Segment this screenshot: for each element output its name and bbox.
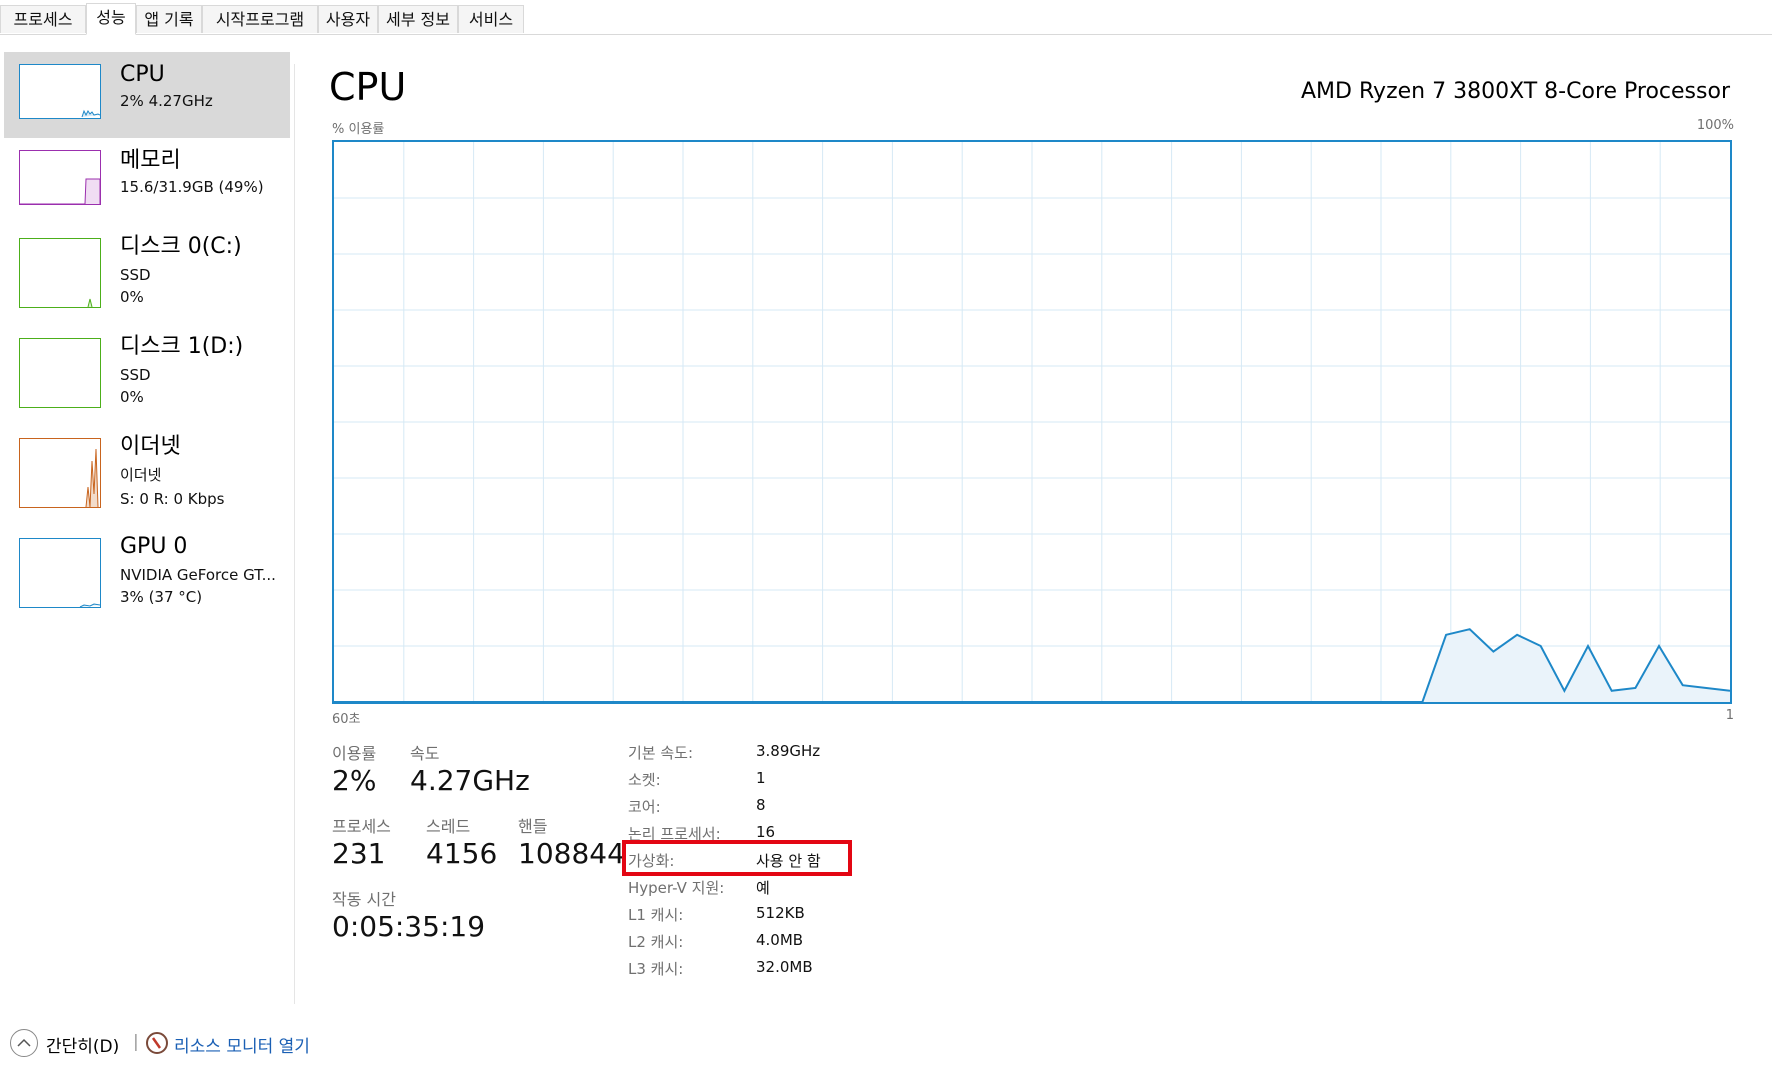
- cores-value: 8: [756, 796, 766, 814]
- graph-x-right: 1: [1725, 708, 1734, 723]
- sidebar-divider: [294, 64, 295, 1004]
- sidebar-item-ethernet[interactable]: 이더넷 이더넷 S: 0 R: 0 Kbps: [4, 424, 290, 510]
- fewer-details-label[interactable]: 간단히(D): [46, 1032, 119, 1057]
- processes-label: 프로세스: [332, 817, 391, 836]
- cpu-usage-graph: [332, 140, 1732, 704]
- hyperv-value: 예: [756, 879, 770, 897]
- sockets-label: 소켓:: [628, 771, 661, 789]
- sidebar-item-disk-1[interactable]: 디스크 1(D:) SSD 0%: [4, 324, 290, 410]
- cores-label: 코어:: [628, 798, 661, 816]
- speed-value: 4.27GHz: [410, 764, 530, 797]
- page-title: CPU: [329, 65, 407, 109]
- sidebar-item-type: SSD: [120, 266, 151, 284]
- sidebar-item-title: 디스크 1(D:): [120, 334, 244, 359]
- sidebar-item-title: 메모리: [120, 148, 181, 173]
- tab-users[interactable]: 사용자: [318, 5, 378, 33]
- threads-value: 4156: [426, 837, 498, 870]
- tab-strip: 프로세스 성능 앱 기록 시작프로그램 사용자 세부 정보 서비스: [0, 0, 1772, 35]
- disk1-thumbnail-graph: [19, 338, 101, 408]
- hyperv-label: Hyper-V 지원:: [628, 879, 725, 897]
- sidebar-item-detail: 0%: [120, 288, 144, 306]
- sidebar-item-detail: 2% 4.27GHz: [120, 92, 213, 110]
- resource-monitor-icon: [145, 1031, 169, 1055]
- handles-label: 핸들: [518, 817, 548, 836]
- virtualization-highlight-box: [622, 840, 852, 876]
- cpu-usage-chart: [334, 142, 1731, 703]
- l3-cache-label: L3 캐시:: [628, 960, 684, 978]
- sidebar-item-disk-0[interactable]: 디스크 0(C:) SSD 0%: [4, 224, 290, 310]
- handles-value: 108844: [518, 837, 625, 870]
- sidebar-item-title: GPU 0: [120, 534, 188, 559]
- processes-value: 231: [332, 837, 386, 870]
- logical-processors-value: 16: [756, 823, 776, 841]
- tab-details[interactable]: 세부 정보: [378, 5, 458, 33]
- sidebar-item-memory[interactable]: 메모리 15.6/31.9GB (49%): [4, 138, 290, 224]
- graph-x-left: 60초: [332, 712, 361, 727]
- uptime-value: 0:05:35:19: [332, 910, 486, 943]
- sockets-value: 1: [756, 769, 766, 787]
- l1-cache-label: L1 캐시:: [628, 906, 684, 924]
- fewer-details-button[interactable]: [10, 1029, 38, 1057]
- disk0-thumbnail-graph: [19, 238, 101, 308]
- tab-services[interactable]: 서비스: [458, 5, 524, 33]
- l1-cache-value: 512KB: [756, 904, 805, 922]
- open-resource-monitor-link[interactable]: 리소스 모니터 열기: [174, 1032, 310, 1057]
- footer-separator: |: [133, 1032, 139, 1052]
- l3-cache-value: 32.0MB: [756, 958, 813, 976]
- usage-label: 이용률: [332, 744, 377, 763]
- processor-name: AMD Ryzen 7 3800XT 8-Core Processor: [1301, 79, 1730, 104]
- sidebar-item-gpu-0[interactable]: GPU 0 NVIDIA GeForce GT... 3% (37 °C): [4, 524, 290, 610]
- l2-cache-value: 4.0MB: [756, 931, 804, 949]
- sidebar-item-detail: S: 0 R: 0 Kbps: [120, 490, 225, 508]
- tab-app-history[interactable]: 앱 기록: [136, 5, 202, 33]
- l2-cache-label: L2 캐시:: [628, 933, 684, 951]
- tab-performance[interactable]: 성능: [86, 3, 136, 35]
- sidebar-item-detail: 3% (37 °C): [120, 588, 203, 606]
- threads-label: 스레드: [426, 817, 471, 836]
- memory-thumbnail-graph: [19, 150, 101, 205]
- ethernet-thumbnail-graph: [19, 438, 101, 508]
- sidebar-item-detail: 15.6/31.9GB (49%): [120, 178, 264, 196]
- graph-y-label: % 이용률: [332, 122, 385, 137]
- graph-y-max: 100%: [1696, 118, 1734, 133]
- graph-grid: [334, 142, 1730, 702]
- sidebar-item-type: 이더넷: [120, 466, 162, 484]
- usage-value: 2%: [332, 764, 377, 797]
- tab-processes[interactable]: 프로세스: [0, 5, 86, 33]
- speed-label: 속도: [410, 744, 440, 763]
- uptime-label: 작동 시간: [332, 890, 396, 909]
- sidebar-item-cpu[interactable]: CPU 2% 4.27GHz: [4, 52, 290, 138]
- sidebar-item-type: SSD: [120, 366, 151, 384]
- sidebar-item-title: CPU: [120, 62, 165, 87]
- cpu-thumbnail-graph: [19, 64, 101, 119]
- sidebar-item-title: 디스크 0(C:): [120, 234, 242, 259]
- tab-startup[interactable]: 시작프로그램: [202, 5, 318, 33]
- sidebar-item-title: 이더넷: [120, 434, 181, 459]
- gpu-thumbnail-graph: [19, 538, 101, 608]
- sidebar-item-detail: 0%: [120, 388, 144, 406]
- base-speed-label: 기본 속도:: [628, 744, 694, 762]
- sidebar-item-type: NVIDIA GeForce GT...: [120, 566, 276, 584]
- chevron-up-icon: [17, 1038, 31, 1047]
- base-speed-value: 3.89GHz: [756, 742, 821, 760]
